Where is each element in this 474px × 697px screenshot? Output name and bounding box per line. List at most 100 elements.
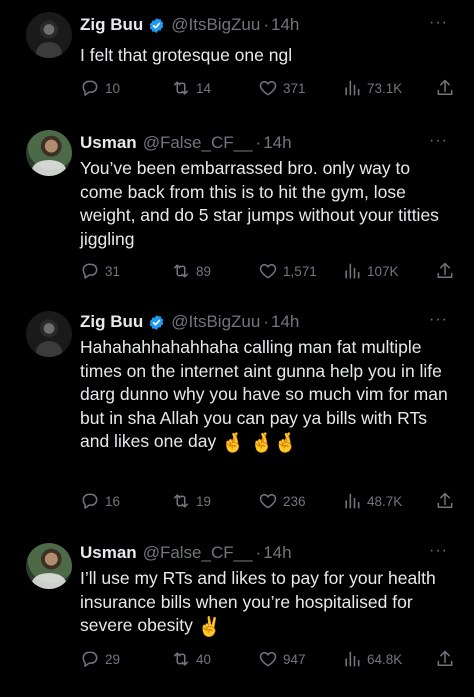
share-button[interactable] bbox=[435, 259, 460, 283]
views-icon bbox=[345, 651, 360, 667]
more-icon[interactable]: ··· bbox=[429, 14, 448, 32]
tweet-text-content: I’ll use my RTs and likes to pay for you… bbox=[80, 568, 436, 635]
reply-icon bbox=[82, 493, 98, 509]
views-icon bbox=[345, 263, 360, 279]
like-count: 947 bbox=[283, 651, 306, 667]
handle[interactable]: @ItsBigZuu bbox=[171, 312, 260, 332]
timestamp[interactable]: 14h bbox=[263, 133, 291, 153]
retweet-icon bbox=[174, 494, 188, 508]
views-button[interactable]: 64.8K bbox=[342, 647, 402, 671]
retweet-button[interactable]: 40 bbox=[171, 647, 211, 671]
heart-icon bbox=[259, 652, 277, 667]
timestamp[interactable]: 14h bbox=[271, 15, 299, 35]
like-button[interactable]: 236 bbox=[258, 489, 306, 513]
tweet-header: Zig Buu @ItsBigZuu · 14h ··· bbox=[80, 309, 474, 335]
views-button[interactable]: 107K bbox=[342, 259, 399, 283]
verified-badge-icon bbox=[150, 17, 164, 33]
reply-count: 10 bbox=[105, 80, 121, 96]
separator: · bbox=[255, 133, 262, 152]
display-name[interactable]: Zig Buu bbox=[80, 312, 143, 332]
victory-hand-emoji: ✌️ bbox=[197, 617, 222, 638]
retweet-icon bbox=[174, 652, 188, 666]
heart-icon bbox=[259, 264, 277, 279]
tweet-text: I’ll use my RTs and likes to pay for you… bbox=[80, 567, 448, 639]
avatar[interactable] bbox=[26, 543, 72, 589]
display-name[interactable]: Usman bbox=[80, 543, 137, 563]
tweet-text: You’ve been embarrassed bro. only way to… bbox=[80, 158, 439, 249]
tweet-header: Usman @False_CF__ · 14h ··· bbox=[80, 540, 474, 566]
tweet-header: Zig Buu @ItsBigZuu · 14h ··· bbox=[80, 12, 474, 38]
more-icon[interactable]: ··· bbox=[429, 542, 448, 560]
action-bar: 10 14 371 73.1K bbox=[80, 76, 460, 100]
share-button[interactable] bbox=[435, 647, 460, 671]
tweet-3[interactable]: Zig Buu @ItsBigZuu · 14h ··· Hahahahhaha… bbox=[0, 305, 474, 535]
tweet-1[interactable]: Zig Buu @ItsBigZuu · 14h ··· I felt that… bbox=[0, 0, 474, 120]
display-name[interactable]: Zig Buu bbox=[80, 15, 143, 35]
crossed-fingers-emoji: 🤞 🤞🤞 bbox=[221, 433, 298, 454]
separator: · bbox=[263, 15, 270, 34]
retweet-icon bbox=[174, 264, 188, 278]
reply-icon bbox=[82, 263, 98, 279]
views-icon bbox=[345, 80, 360, 96]
retweet-count: 19 bbox=[196, 493, 212, 509]
share-button[interactable] bbox=[435, 76, 460, 100]
action-bar: 31 89 1,571 107K bbox=[80, 259, 460, 283]
views-count: 73.1K bbox=[367, 80, 403, 96]
retweet-button[interactable]: 14 bbox=[171, 76, 211, 100]
heart-icon bbox=[259, 494, 277, 509]
share-icon bbox=[437, 262, 453, 278]
share-button[interactable] bbox=[435, 489, 460, 513]
share-icon bbox=[437, 650, 453, 666]
reply-icon bbox=[82, 80, 98, 96]
avatar[interactable] bbox=[26, 12, 72, 58]
verified-badge-icon bbox=[150, 314, 164, 330]
tweet-text: Hahahahhahahhaha calling man fat multipl… bbox=[80, 336, 448, 455]
handle[interactable]: @False_CF__ bbox=[143, 133, 253, 153]
separator: · bbox=[255, 543, 262, 562]
like-button[interactable]: 1,571 bbox=[258, 259, 317, 283]
action-bar: 16 19 236 48.7K bbox=[80, 489, 460, 513]
reply-count: 29 bbox=[105, 651, 121, 667]
views-count: 48.7K bbox=[367, 493, 403, 509]
like-button[interactable]: 371 bbox=[258, 76, 306, 100]
reply-count: 31 bbox=[105, 263, 121, 279]
retweet-count: 14 bbox=[196, 80, 212, 96]
reply-button[interactable]: 31 bbox=[80, 259, 120, 283]
more-icon[interactable]: ··· bbox=[429, 311, 448, 329]
timestamp[interactable]: 14h bbox=[271, 312, 299, 332]
share-icon bbox=[437, 492, 453, 508]
handle[interactable]: @ItsBigZuu bbox=[171, 15, 260, 35]
reply-icon bbox=[82, 651, 98, 667]
views-button[interactable]: 48.7K bbox=[342, 489, 402, 513]
retweet-count: 40 bbox=[196, 651, 212, 667]
retweet-count: 89 bbox=[196, 263, 212, 279]
avatar[interactable] bbox=[26, 311, 72, 357]
like-button[interactable]: 947 bbox=[258, 647, 306, 671]
avatar[interactable] bbox=[26, 130, 72, 176]
like-count: 371 bbox=[283, 80, 306, 96]
tweet-2[interactable]: Usman @False_CF__ · 14h ··· You’ve been … bbox=[0, 120, 474, 305]
timestamp[interactable]: 14h bbox=[263, 543, 291, 563]
reply-button[interactable]: 10 bbox=[80, 76, 120, 100]
retweet-button[interactable]: 89 bbox=[171, 259, 211, 283]
more-icon[interactable]: ··· bbox=[429, 132, 448, 150]
share-icon bbox=[437, 79, 453, 95]
views-icon bbox=[345, 493, 360, 509]
views-count: 107K bbox=[367, 263, 399, 279]
handle[interactable]: @False_CF__ bbox=[143, 543, 253, 563]
views-button[interactable]: 73.1K bbox=[342, 76, 402, 100]
heart-icon bbox=[259, 81, 277, 96]
tweet-header: Usman @False_CF__ · 14h ··· bbox=[80, 130, 474, 156]
tweet-4[interactable]: Usman @False_CF__ · 14h ··· I’ll use my … bbox=[0, 535, 474, 697]
like-count: 236 bbox=[283, 493, 306, 509]
retweet-button[interactable]: 19 bbox=[171, 489, 211, 513]
action-bar: 29 40 947 64.8K bbox=[80, 647, 460, 671]
reply-count: 16 bbox=[105, 493, 121, 509]
like-count: 1,571 bbox=[283, 263, 317, 279]
views-count: 64.8K bbox=[367, 651, 403, 667]
tweet-text: I felt that grotesque one ngl bbox=[80, 45, 293, 65]
reply-button[interactable]: 29 bbox=[80, 647, 120, 671]
reply-button[interactable]: 16 bbox=[80, 489, 120, 513]
separator: · bbox=[263, 312, 270, 331]
display-name[interactable]: Usman bbox=[80, 133, 137, 153]
